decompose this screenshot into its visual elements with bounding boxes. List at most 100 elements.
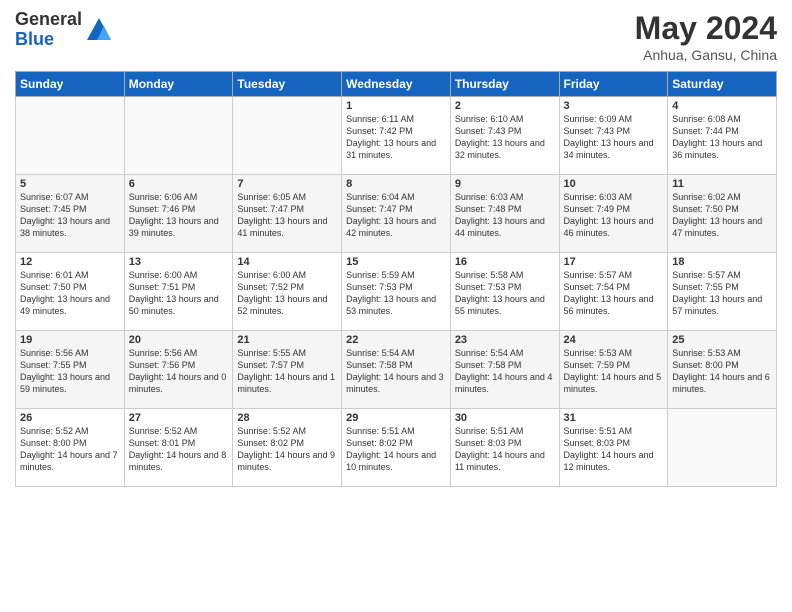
day-number: 12 [20, 256, 120, 268]
col-wednesday: Wednesday [342, 72, 451, 97]
day-info: Sunrise: 5:52 AM Sunset: 8:02 PM Dayligh… [237, 425, 337, 474]
table-row: 2Sunrise: 6:10 AM Sunset: 7:43 PM Daylig… [450, 97, 559, 175]
day-info: Sunrise: 5:58 AM Sunset: 7:53 PM Dayligh… [455, 269, 555, 318]
day-info: Sunrise: 5:59 AM Sunset: 7:53 PM Dayligh… [346, 269, 446, 318]
table-row: 25Sunrise: 5:53 AM Sunset: 8:00 PM Dayli… [668, 331, 777, 409]
table-row: 7Sunrise: 6:05 AM Sunset: 7:47 PM Daylig… [233, 175, 342, 253]
day-info: Sunrise: 6:10 AM Sunset: 7:43 PM Dayligh… [455, 113, 555, 162]
day-info: Sunrise: 6:00 AM Sunset: 7:51 PM Dayligh… [129, 269, 229, 318]
col-tuesday: Tuesday [233, 72, 342, 97]
day-info: Sunrise: 6:07 AM Sunset: 7:45 PM Dayligh… [20, 191, 120, 240]
table-row [233, 97, 342, 175]
table-row: 16Sunrise: 5:58 AM Sunset: 7:53 PM Dayli… [450, 253, 559, 331]
table-row: 17Sunrise: 5:57 AM Sunset: 7:54 PM Dayli… [559, 253, 668, 331]
calendar-subtitle: Anhua, Gansu, China [635, 47, 777, 63]
table-row: 15Sunrise: 5:59 AM Sunset: 7:53 PM Dayli… [342, 253, 451, 331]
day-info: Sunrise: 5:55 AM Sunset: 7:57 PM Dayligh… [237, 347, 337, 396]
table-row [16, 97, 125, 175]
day-number: 1 [346, 100, 446, 112]
day-number: 26 [20, 412, 120, 424]
day-info: Sunrise: 6:02 AM Sunset: 7:50 PM Dayligh… [672, 191, 772, 240]
calendar-table: Sunday Monday Tuesday Wednesday Thursday… [15, 71, 777, 487]
day-number: 14 [237, 256, 337, 268]
day-number: 28 [237, 412, 337, 424]
table-row: 12Sunrise: 6:01 AM Sunset: 7:50 PM Dayli… [16, 253, 125, 331]
day-info: Sunrise: 6:06 AM Sunset: 7:46 PM Dayligh… [129, 191, 229, 240]
day-number: 8 [346, 178, 446, 190]
table-row: 13Sunrise: 6:00 AM Sunset: 7:51 PM Dayli… [124, 253, 233, 331]
day-info: Sunrise: 6:00 AM Sunset: 7:52 PM Dayligh… [237, 269, 337, 318]
logo-blue: Blue [15, 30, 82, 50]
day-number: 11 [672, 178, 772, 190]
day-info: Sunrise: 6:03 AM Sunset: 7:48 PM Dayligh… [455, 191, 555, 240]
logo-icon [85, 16, 113, 44]
table-row: 11Sunrise: 6:02 AM Sunset: 7:50 PM Dayli… [668, 175, 777, 253]
day-info: Sunrise: 5:56 AM Sunset: 7:55 PM Dayligh… [20, 347, 120, 396]
table-row: 19Sunrise: 5:56 AM Sunset: 7:55 PM Dayli… [16, 331, 125, 409]
table-row: 31Sunrise: 5:51 AM Sunset: 8:03 PM Dayli… [559, 409, 668, 487]
day-number: 15 [346, 256, 446, 268]
table-row: 22Sunrise: 5:54 AM Sunset: 7:58 PM Dayli… [342, 331, 451, 409]
day-number: 9 [455, 178, 555, 190]
table-row: 20Sunrise: 5:56 AM Sunset: 7:56 PM Dayli… [124, 331, 233, 409]
table-row: 1Sunrise: 6:11 AM Sunset: 7:42 PM Daylig… [342, 97, 451, 175]
logo: General Blue [15, 10, 113, 50]
day-info: Sunrise: 5:53 AM Sunset: 8:00 PM Dayligh… [672, 347, 772, 396]
day-info: Sunrise: 5:54 AM Sunset: 7:58 PM Dayligh… [455, 347, 555, 396]
day-number: 17 [564, 256, 664, 268]
table-row: 18Sunrise: 5:57 AM Sunset: 7:55 PM Dayli… [668, 253, 777, 331]
day-info: Sunrise: 6:03 AM Sunset: 7:49 PM Dayligh… [564, 191, 664, 240]
calendar-week-1: 5Sunrise: 6:07 AM Sunset: 7:45 PM Daylig… [16, 175, 777, 253]
day-info: Sunrise: 5:51 AM Sunset: 8:02 PM Dayligh… [346, 425, 446, 474]
calendar-week-0: 1Sunrise: 6:11 AM Sunset: 7:42 PM Daylig… [16, 97, 777, 175]
day-number: 23 [455, 334, 555, 346]
day-number: 29 [346, 412, 446, 424]
table-row: 24Sunrise: 5:53 AM Sunset: 7:59 PM Dayli… [559, 331, 668, 409]
table-row: 23Sunrise: 5:54 AM Sunset: 7:58 PM Dayli… [450, 331, 559, 409]
day-number: 21 [237, 334, 337, 346]
day-info: Sunrise: 5:54 AM Sunset: 7:58 PM Dayligh… [346, 347, 446, 396]
day-info: Sunrise: 5:51 AM Sunset: 8:03 PM Dayligh… [455, 425, 555, 474]
day-number: 6 [129, 178, 229, 190]
day-info: Sunrise: 6:01 AM Sunset: 7:50 PM Dayligh… [20, 269, 120, 318]
day-number: 4 [672, 100, 772, 112]
col-sunday: Sunday [16, 72, 125, 97]
day-info: Sunrise: 5:52 AM Sunset: 8:01 PM Dayligh… [129, 425, 229, 474]
table-row: 10Sunrise: 6:03 AM Sunset: 7:49 PM Dayli… [559, 175, 668, 253]
col-saturday: Saturday [668, 72, 777, 97]
day-info: Sunrise: 6:09 AM Sunset: 7:43 PM Dayligh… [564, 113, 664, 162]
table-row: 8Sunrise: 6:04 AM Sunset: 7:47 PM Daylig… [342, 175, 451, 253]
header-row: Sunday Monday Tuesday Wednesday Thursday… [16, 72, 777, 97]
day-number: 27 [129, 412, 229, 424]
col-friday: Friday [559, 72, 668, 97]
calendar-week-3: 19Sunrise: 5:56 AM Sunset: 7:55 PM Dayli… [16, 331, 777, 409]
day-info: Sunrise: 6:05 AM Sunset: 7:47 PM Dayligh… [237, 191, 337, 240]
day-number: 5 [20, 178, 120, 190]
col-thursday: Thursday [450, 72, 559, 97]
table-row: 28Sunrise: 5:52 AM Sunset: 8:02 PM Dayli… [233, 409, 342, 487]
table-row: 26Sunrise: 5:52 AM Sunset: 8:00 PM Dayli… [16, 409, 125, 487]
table-row: 14Sunrise: 6:00 AM Sunset: 7:52 PM Dayli… [233, 253, 342, 331]
table-row: 6Sunrise: 6:06 AM Sunset: 7:46 PM Daylig… [124, 175, 233, 253]
day-number: 7 [237, 178, 337, 190]
col-monday: Monday [124, 72, 233, 97]
table-row: 3Sunrise: 6:09 AM Sunset: 7:43 PM Daylig… [559, 97, 668, 175]
header: General Blue May 2024 Anhua, Gansu, Chin… [15, 10, 777, 63]
table-row: 9Sunrise: 6:03 AM Sunset: 7:48 PM Daylig… [450, 175, 559, 253]
day-info: Sunrise: 6:08 AM Sunset: 7:44 PM Dayligh… [672, 113, 772, 162]
table-row: 21Sunrise: 5:55 AM Sunset: 7:57 PM Dayli… [233, 331, 342, 409]
day-info: Sunrise: 6:11 AM Sunset: 7:42 PM Dayligh… [346, 113, 446, 162]
table-row: 5Sunrise: 6:07 AM Sunset: 7:45 PM Daylig… [16, 175, 125, 253]
day-info: Sunrise: 5:56 AM Sunset: 7:56 PM Dayligh… [129, 347, 229, 396]
day-number: 16 [455, 256, 555, 268]
table-row: 4Sunrise: 6:08 AM Sunset: 7:44 PM Daylig… [668, 97, 777, 175]
day-info: Sunrise: 5:57 AM Sunset: 7:55 PM Dayligh… [672, 269, 772, 318]
day-number: 24 [564, 334, 664, 346]
table-row [668, 409, 777, 487]
day-number: 10 [564, 178, 664, 190]
calendar-title: May 2024 [635, 10, 777, 47]
day-info: Sunrise: 6:04 AM Sunset: 7:47 PM Dayligh… [346, 191, 446, 240]
day-number: 3 [564, 100, 664, 112]
table-row: 27Sunrise: 5:52 AM Sunset: 8:01 PM Dayli… [124, 409, 233, 487]
day-number: 25 [672, 334, 772, 346]
